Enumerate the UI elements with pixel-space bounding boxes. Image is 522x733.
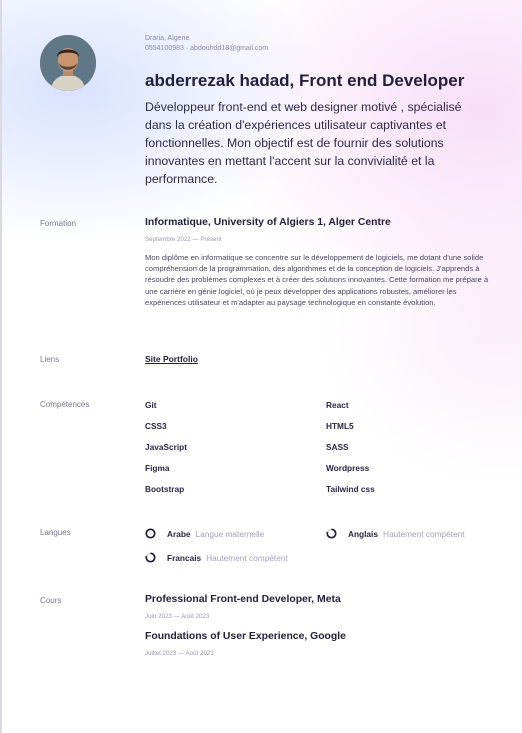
language-level: Langue maternelle	[195, 528, 265, 539]
language-item: Francais Hautement compétent	[145, 552, 288, 563]
section-label-cours: Cours	[40, 596, 62, 605]
skill-item: CSS3	[145, 421, 167, 431]
skill-item: Wordpress	[326, 463, 370, 473]
language-item: Anglais Hautement compétent	[326, 528, 465, 539]
language-name: Francais	[167, 552, 202, 563]
section-label-formation: Formation	[40, 219, 77, 228]
proficiency-ring-icon	[326, 528, 337, 539]
language-name: Anglais	[348, 528, 378, 539]
skill-item: Figma	[145, 463, 170, 473]
location-text: Draria, Algerie	[145, 35, 190, 42]
skill-item: Tailwind css	[326, 484, 375, 494]
resume-page: Draria, Algerie 0554100983 · abdouhdd18@…	[0, 0, 522, 733]
education-description: Mon diplôme en informatique se concentre…	[145, 253, 489, 307]
skill-item: HTML5	[326, 421, 354, 431]
language-item: Arabe Langue maternelle	[145, 528, 264, 539]
portfolio-link[interactable]: Site Portfolio	[145, 354, 198, 364]
skill-item: Git	[145, 400, 157, 410]
course-title: Professional Front-end Developer, Meta	[145, 594, 341, 605]
section-label-competences: Compétences	[40, 400, 90, 409]
course-title: Foundations of User Experience, Google	[145, 631, 346, 642]
education-title: Informatique, University of Algiers 1, A…	[145, 217, 391, 228]
section-label-langues: Langues	[40, 528, 71, 537]
contact-info: 0554100983 · abdouhdd18@gmail.com	[145, 45, 269, 52]
language-level: Hautement compétent	[382, 528, 465, 539]
name-title: abderrezak hadad, Front end Developer	[145, 71, 465, 90]
skill-item: React	[326, 400, 349, 410]
proficiency-ring-icon	[145, 528, 156, 539]
course-dates: Juillet 2023 — Août 2023	[145, 650, 214, 657]
course-dates: Juin 2023 — Août 2023	[145, 613, 210, 620]
proficiency-ring-icon	[145, 552, 156, 563]
section-label-liens: Liens	[40, 355, 60, 364]
language-name: Arabe	[167, 528, 191, 539]
skill-item: SASS	[326, 442, 349, 452]
education-dates: Septembre 2022 — Présent	[145, 236, 222, 243]
language-level: Hautement compétent	[206, 552, 288, 563]
skill-item: JavaScript	[145, 442, 187, 452]
profile-photo	[40, 35, 96, 91]
skill-item: Bootstrap	[145, 484, 185, 494]
profile-summary: Développeur front-end et web designer mo…	[145, 100, 462, 186]
